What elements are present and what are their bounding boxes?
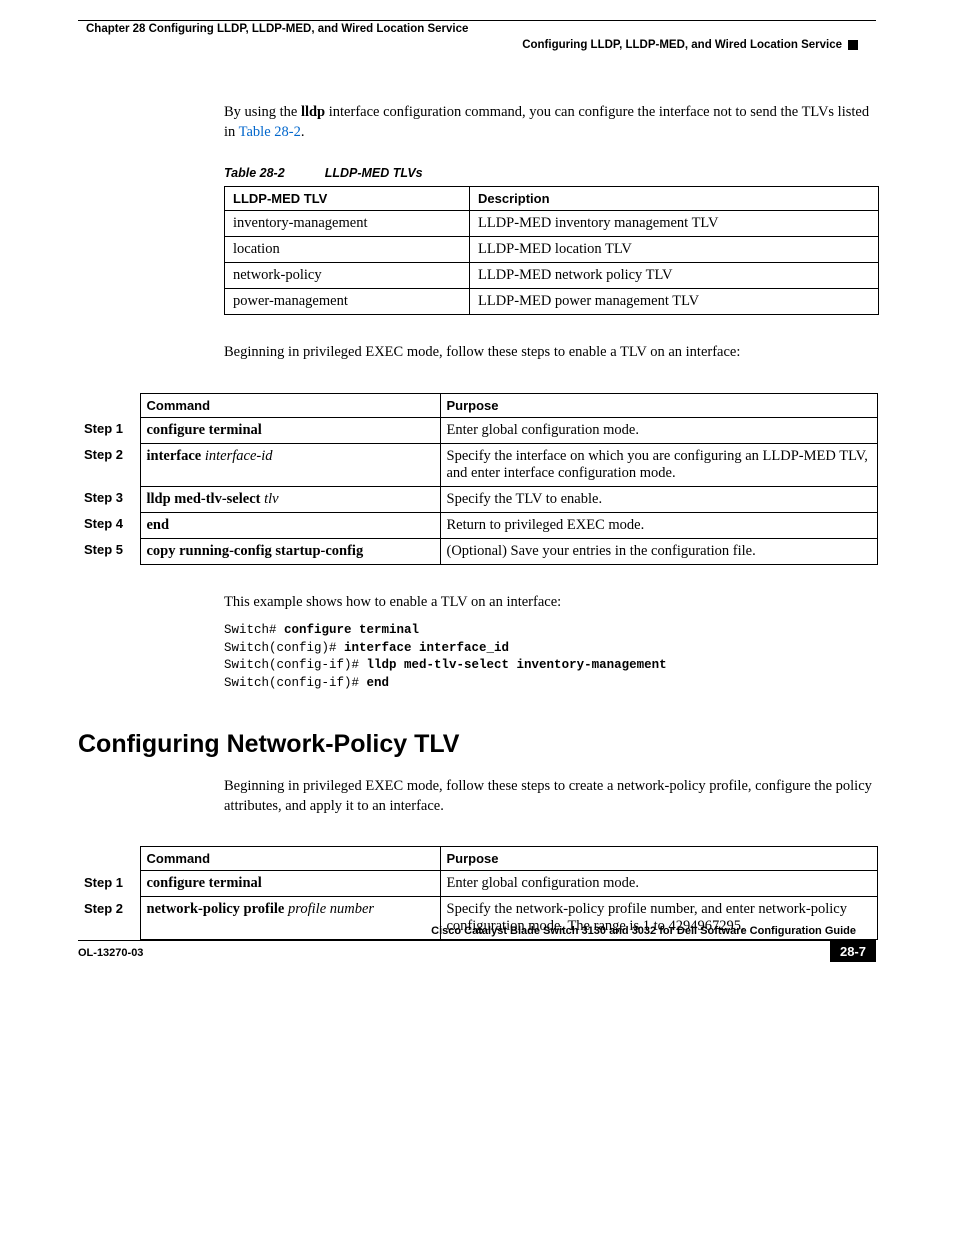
code-bold: lldp med-tlv-select inventory-management <box>367 658 667 672</box>
table-row: network-policy LLDP-MED network policy T… <box>225 263 879 289</box>
code-text: Switch(config)# <box>224 641 344 655</box>
command-cell: configure terminal <box>140 417 440 443</box>
paragraph: Beginning in privileged EXEC mode, follo… <box>224 777 876 816</box>
cell: LLDP-MED location TLV <box>470 237 879 263</box>
content-body: By using the lldp interface configuratio… <box>78 103 876 940</box>
example-intro: This example shows how to enable a TLV o… <box>224 593 876 613</box>
table-row: Step 1 configure terminal Enter global c… <box>78 871 878 897</box>
command-cell: lldp med-tlv-select tlv <box>140 486 440 512</box>
table-header-row: Command Purpose <box>78 847 878 871</box>
table-row: Step 2 interface interface-id Specify th… <box>78 443 878 486</box>
col-header: Purpose <box>440 847 878 871</box>
code-bold: configure terminal <box>284 623 419 637</box>
cmd: network-policy profile <box>147 901 289 917</box>
cmd: interface <box>147 448 205 464</box>
cmd: lldp med-tlv-select <box>147 491 265 507</box>
table-row: Step 3 lldp med-tlv-select tlv Specify t… <box>78 486 878 512</box>
code-text: Switch(config-if)# <box>224 676 367 690</box>
table-row: Step 5 copy running-config startup-confi… <box>78 538 878 564</box>
footer-bottom: OL-13270-03 28-7 <box>78 944 876 962</box>
purpose-cell: (Optional) Save your entries in the conf… <box>440 538 878 564</box>
table-row: Step 1 configure terminal Enter global c… <box>78 417 878 443</box>
doc-number: OL-13270-03 <box>78 947 143 959</box>
section-heading: Configuring Network-Policy TLV <box>78 730 876 759</box>
cell: LLDP-MED inventory management TLV <box>470 211 879 237</box>
cell: LLDP-MED power management TLV <box>470 289 879 315</box>
cmd-arg: interface-id <box>205 448 273 464</box>
caption-title: LLDP-MED TLVs <box>325 166 423 180</box>
inline-command: lldp <box>301 104 325 120</box>
command-cell: configure terminal <box>140 871 440 897</box>
col-header: LLDP-MED TLV <box>225 187 470 211</box>
cmd: copy running-config startup-config <box>147 543 364 559</box>
code-text: Switch# <box>224 623 284 637</box>
cell: inventory-management <box>225 211 470 237</box>
cell: location <box>225 237 470 263</box>
cmd: configure terminal <box>147 875 262 891</box>
table-header-row: Command Purpose <box>78 393 878 417</box>
page-number: 28-7 <box>830 941 876 962</box>
purpose-cell: Specify the TLV to enable. <box>440 486 878 512</box>
table-link[interactable]: Table 28-2 <box>239 124 301 140</box>
step-label: Step 1 <box>78 871 140 897</box>
col-header <box>78 393 140 417</box>
purpose-cell: Return to privileged EXEC mode. <box>440 512 878 538</box>
table-caption: Table 28-2 LLDP-MED TLVs <box>224 166 876 180</box>
purpose-cell: Enter global configuration mode. <box>440 871 878 897</box>
col-header: Purpose <box>440 393 878 417</box>
paragraph: Beginning in privileged EXEC mode, follo… <box>224 343 876 363</box>
tlv-table: LLDP-MED TLV Description inventory-manag… <box>224 186 879 315</box>
step-label: Step 1 <box>78 417 140 443</box>
table-row: inventory-management LLDP-MED inventory … <box>225 211 879 237</box>
code-bold: end <box>367 676 390 690</box>
code-example: Switch# configure terminal Switch(config… <box>224 622 876 692</box>
command-cell: end <box>140 512 440 538</box>
step-label: Step 4 <box>78 512 140 538</box>
table-row: location LLDP-MED location TLV <box>225 237 879 263</box>
step-label: Step 2 <box>78 443 140 486</box>
table-row: Step 4 end Return to privileged EXEC mod… <box>78 512 878 538</box>
steps-table-1: Command Purpose Step 1 configure termina… <box>78 393 878 565</box>
step-label: Step 3 <box>78 486 140 512</box>
chapter-label: Chapter 28 Configuring LLDP, LLDP-MED, a… <box>86 23 468 35</box>
header-section-row: Configuring LLDP, LLDP-MED, and Wired Lo… <box>78 39 876 51</box>
purpose-cell: Enter global configuration mode. <box>440 417 878 443</box>
footer-title: Cisco Catalyst Blade Switch 3130 and 303… <box>78 925 876 941</box>
cmd-arg: profile number <box>288 901 374 917</box>
step-label: Step 5 <box>78 538 140 564</box>
table-row: power-management LLDP-MED power manageme… <box>225 289 879 315</box>
caption-number: Table 28-2 <box>224 166 285 180</box>
col-header: Command <box>140 847 440 871</box>
page-footer: Cisco Catalyst Blade Switch 3130 and 303… <box>78 925 876 962</box>
cmd: end <box>147 517 170 533</box>
purpose-cell: Specify the interface on which you are c… <box>440 443 878 486</box>
command-cell: interface interface-id <box>140 443 440 486</box>
section-label: Configuring LLDP, LLDP-MED, and Wired Lo… <box>522 39 858 51</box>
cell: LLDP-MED network policy TLV <box>470 263 879 289</box>
header-chapter-row: Chapter 28 Configuring LLDP, LLDP-MED, a… <box>78 20 876 35</box>
col-header <box>78 847 140 871</box>
cell: power-management <box>225 289 470 315</box>
table-header-row: LLDP-MED TLV Description <box>225 187 879 211</box>
col-header: Description <box>470 187 879 211</box>
code-bold: interface interface_id <box>344 641 509 655</box>
code-text: Switch(config-if)# <box>224 658 367 672</box>
cmd-arg: tlv <box>264 491 279 507</box>
cmd: configure terminal <box>147 422 262 438</box>
command-cell: copy running-config startup-config <box>140 538 440 564</box>
text: By using the <box>224 104 301 120</box>
text: . <box>301 124 305 140</box>
document-page: Chapter 28 Configuring LLDP, LLDP-MED, a… <box>0 0 954 980</box>
intro-paragraph: By using the lldp interface configuratio… <box>224 103 876 142</box>
cell: network-policy <box>225 263 470 289</box>
col-header: Command <box>140 393 440 417</box>
